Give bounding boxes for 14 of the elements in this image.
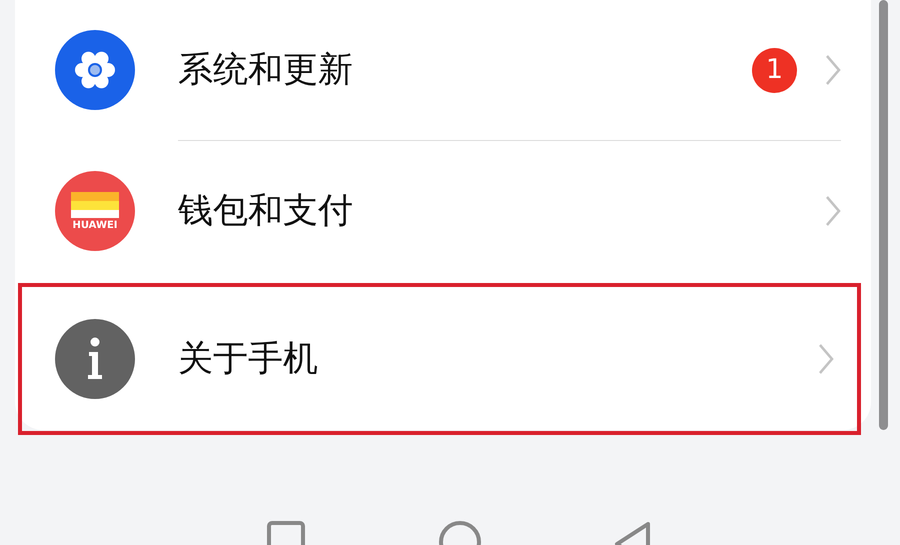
item-label: 系统和更新	[178, 48, 354, 92]
item-label: 钱包和支付	[178, 190, 354, 233]
chevron-icon	[825, 54, 841, 86]
recents-button[interactable]	[264, 520, 308, 545]
chevron-icon	[818, 343, 834, 375]
card-icon	[71, 192, 119, 218]
chevron-icon	[825, 195, 841, 227]
logo-text: HUAWEI	[72, 220, 118, 230]
settings-item[interactable]: 系统和更新 1	[15, 0, 871, 140]
home-button[interactable]	[438, 520, 482, 545]
notification-badge: 1	[752, 48, 797, 92]
item-label: 关于手机	[178, 338, 319, 381]
highlighted-settings-item[interactable]: 关于手机	[18, 283, 861, 435]
settings-item[interactable]: HUAWEI 钱包和支付	[15, 141, 871, 281]
